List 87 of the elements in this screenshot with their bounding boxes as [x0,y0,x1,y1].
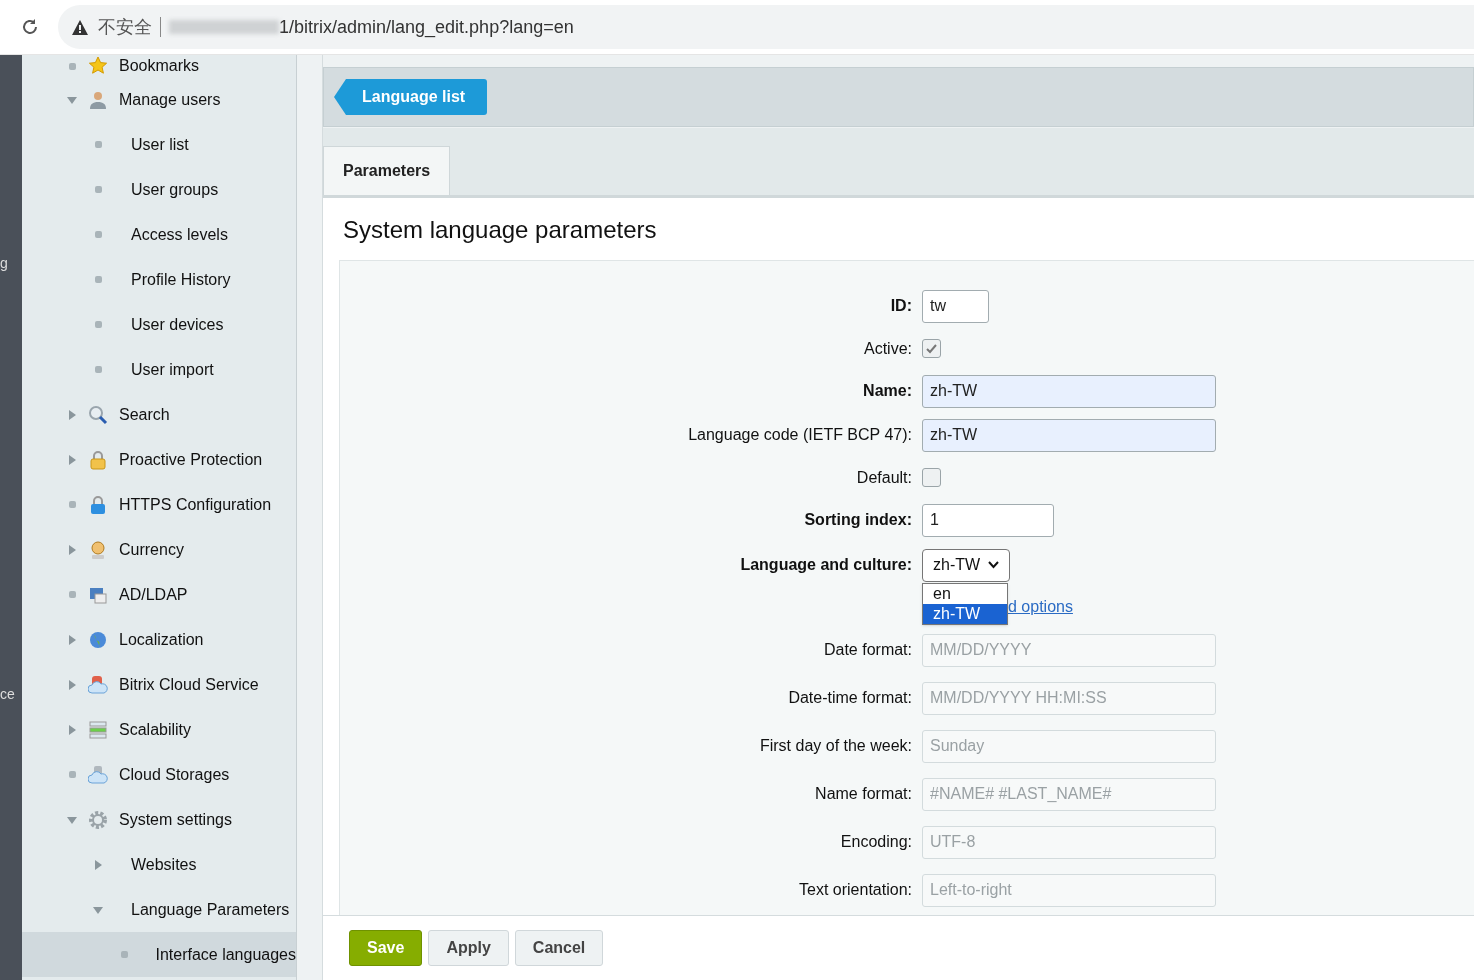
sidebar-item[interactable]: Profile History [22,257,296,302]
field-label: Default: [856,468,912,486]
gear-icon [88,809,108,830]
sidebar-item[interactable]: Currency [22,527,296,572]
expand-arrow-icon[interactable] [93,859,103,870]
text-field[interactable]: tw [922,289,989,323]
collapse-arrow-icon[interactable] [67,94,77,105]
server-icon [88,719,108,740]
expand-arrow-icon[interactable] [67,454,77,465]
sidebar-item[interactable]: Manage users [22,77,296,122]
expand-arrow-icon[interactable] [67,679,77,690]
bullet-icon [94,231,102,238]
lock-icon [88,494,108,515]
sidebar-item[interactable]: Localization [22,617,296,662]
bullet-icon [94,276,102,283]
warning-icon [72,19,88,35]
collapse-arrow-icon[interactable] [93,904,103,915]
expand-arrow-icon[interactable] [67,724,77,735]
field-label: Name format: [815,785,912,802]
language-select[interactable]: zh-TW [922,548,1011,582]
bullet-icon [120,951,128,958]
sidebar-item[interactable]: Scalability [22,707,296,752]
bullet-icon [94,141,102,148]
sidebar-item[interactable]: HTTPS Configuration [22,482,296,527]
dropdown-option[interactable]: en [923,583,1007,604]
checkbox[interactable] [922,339,941,358]
globe-icon [88,629,108,650]
dropdown-option[interactable]: zh-TW [923,603,1007,624]
tab[interactable]: Parameters [323,146,451,195]
text-field[interactable]: zh-TW [922,418,1216,452]
bullet-icon [68,62,76,70]
sidebar-item[interactable]: Bitrix Cloud Service [22,662,296,707]
field-label: Language and culture: [740,556,912,573]
text-field[interactable]: zh-TW [922,374,1216,408]
sidebar-item[interactable]: Proactive Protection [22,437,296,482]
sidebar-item[interactable]: User list [22,122,296,167]
sidebar-item[interactable]: System settings [22,797,296,842]
bullet-icon [68,771,76,778]
bullet-icon [94,366,102,373]
collapse-arrow-icon[interactable] [67,814,77,825]
star-icon [88,56,108,76]
panel-text: g [0,254,8,273]
field-label: First day of the week: [759,737,912,754]
bullet-icon [94,186,102,193]
field-label: Date-time format: [788,689,912,706]
user-icon [88,89,108,110]
field-label: Language code (IETF BCP 47): [688,426,912,443]
reload-icon[interactable] [20,17,40,37]
cloud-icon [88,674,108,695]
sidebar-item[interactable]: Interface languages [22,932,296,977]
form-button[interactable]: Cancel [514,930,604,966]
bullet-icon [68,501,76,508]
options-link[interactable]: d options [1008,595,1073,619]
field-label: Text orientation: [799,881,912,898]
address-bar[interactable]: 不安全 1/bitrix/admin/lang_edit.php?lang=en [58,5,1474,49]
text-field[interactable]: 1 [922,503,1054,537]
checkmark-icon [925,342,938,355]
field-label: ID: [890,297,912,314]
sidebar-item[interactable]: Bookmarks [22,55,296,77]
sidebar-item[interactable]: User groups [22,167,296,212]
form-button[interactable]: Apply [428,930,509,966]
chevron-down-icon [988,561,1000,569]
sidebar-item[interactable]: Search [22,392,296,437]
form-title: System language parameters [342,215,658,245]
field-label: Sorting index: [804,511,912,528]
search-icon [88,404,108,425]
checkbox[interactable] [922,468,941,487]
field-label: Name: [863,382,912,399]
sidebar-item[interactable]: Language Parameters [22,887,296,932]
sidebar-item[interactable]: Cloud Storages [22,752,296,797]
bullet-icon [68,591,76,598]
sidebar-item[interactable]: User devices [22,302,296,347]
field-label: Active: [864,339,912,357]
expand-arrow-icon[interactable] [67,409,77,420]
sidebar-item[interactable]: AD/LDAP [22,572,296,617]
expand-arrow-icon[interactable] [67,634,77,645]
lock-icon [88,449,108,470]
cloud-icon [88,764,108,785]
field-label: Date format: [823,641,912,658]
sidebar-item[interactable]: Access levels [22,212,296,257]
panel-text: ce [0,685,15,704]
field-label: Encoding: [840,833,912,850]
sidebar-item[interactable]: Websites [22,842,296,887]
expand-arrow-icon[interactable] [67,544,77,555]
bullet-icon [94,321,102,328]
coin-icon [88,539,108,560]
sidebar-item[interactable]: User import [22,347,296,392]
